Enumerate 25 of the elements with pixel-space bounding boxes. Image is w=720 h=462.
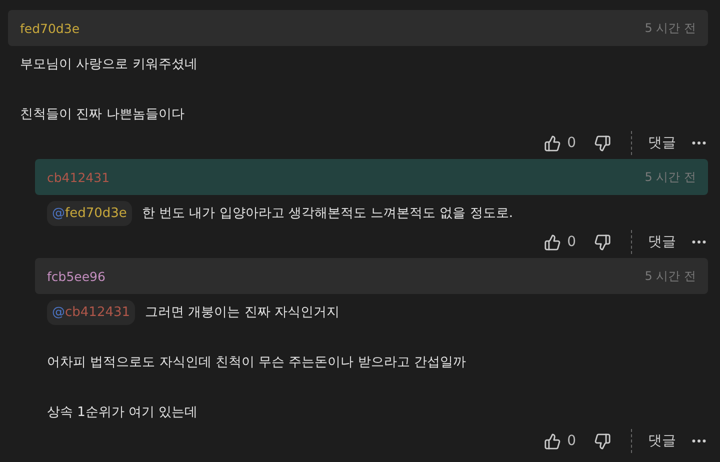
like-count: 0: [567, 433, 576, 449]
reply-button[interactable]: 댓글: [648, 233, 676, 251]
reply-button[interactable]: 댓글: [648, 134, 676, 152]
like-count: 0: [567, 135, 576, 151]
thumbs-up-icon[interactable]: [544, 432, 562, 450]
comment-text: 상속 1순위가 여기 있는데: [47, 404, 198, 422]
comment-text: 친척들이 진짜 나쁜놈들이다: [20, 106, 184, 124]
timestamp: 5 시간 전: [644, 268, 696, 284]
thumbs-up-icon[interactable]: [544, 134, 562, 152]
comment-text: 부모님이 사랑으로 키워주셨네: [20, 56, 198, 74]
comment-text: 한 번도 내가 입양아라고 생각해본적도 느껴본적도 없을 정도로.: [142, 205, 513, 223]
author-name[interactable]: fcb5ee96: [47, 268, 106, 284]
thumbs-down-icon[interactable]: [594, 432, 611, 450]
author-name[interactable]: fed70d3e: [20, 20, 80, 36]
comment-text: 어차피 법적으로도 자식인데 친척이 무슨 주는돈이나 받으라고 간섭일까: [47, 354, 466, 372]
thumbs-up-icon[interactable]: [544, 234, 562, 250]
timestamp: 5 시간 전: [644, 20, 696, 36]
mention-tag[interactable]: @fed70d3e: [47, 201, 132, 226]
like-count: 0: [567, 234, 576, 250]
reply-button[interactable]: 댓글: [648, 432, 676, 450]
thumbs-down-icon[interactable]: [594, 234, 611, 250]
mention-tag[interactable]: @cb412431: [47, 300, 136, 325]
timestamp: 5 시간 전: [644, 168, 696, 186]
comment-text: 그러면 개붕이는 진짜 자식인거지: [145, 304, 340, 322]
thumbs-down-icon[interactable]: [594, 134, 611, 152]
